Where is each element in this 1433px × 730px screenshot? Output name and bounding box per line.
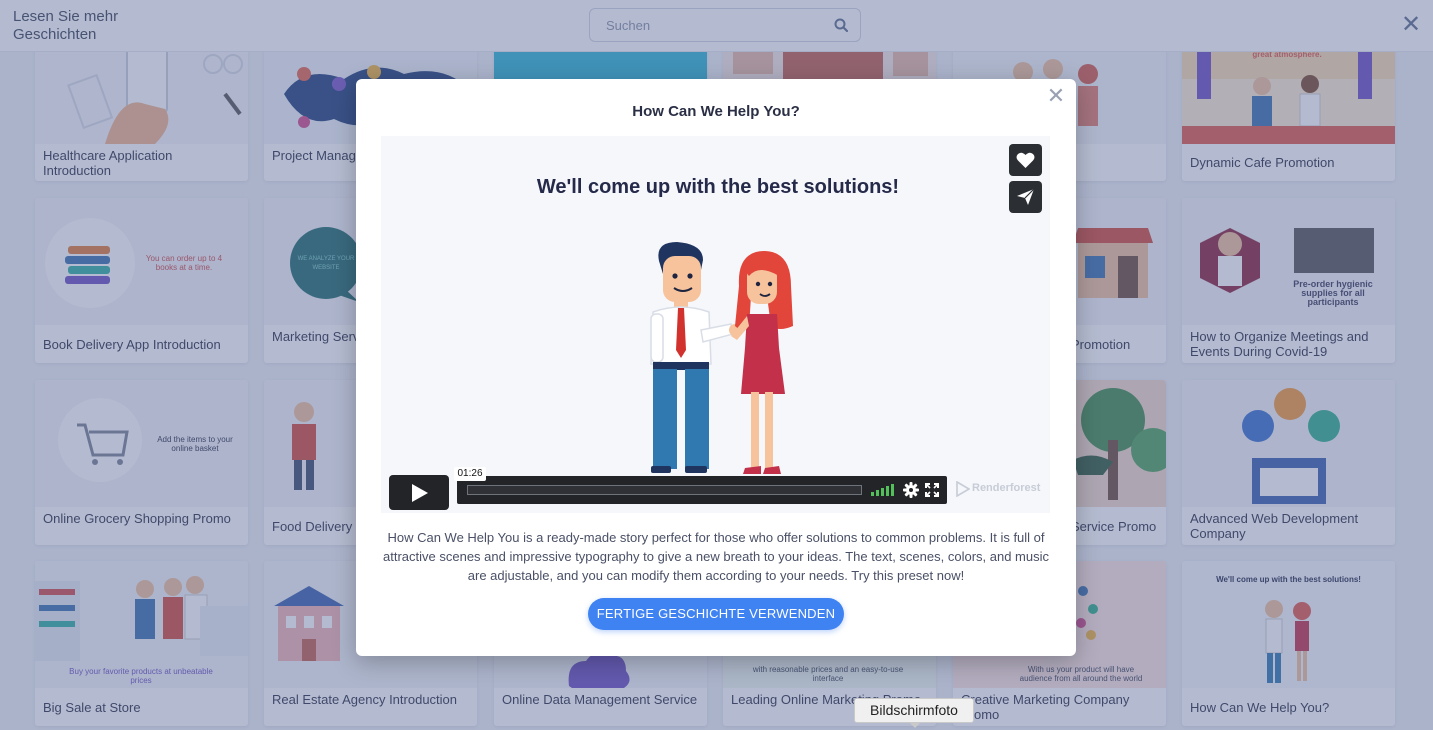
video-player[interactable]: We'll come up with the best solutions! 0…	[381, 136, 1050, 513]
share-button[interactable]	[1009, 181, 1042, 213]
video-controls: 01:26 Renderforest	[389, 467, 1047, 510]
preview-modal: ✕ How Can We Help You? We'll come up wit…	[356, 79, 1076, 656]
renderforest-wordmark: Renderforest	[972, 482, 1041, 494]
couple-illustration	[650, 242, 793, 474]
time-indicator: 01:26	[454, 467, 486, 481]
modal-title: How Can We Help You?	[632, 103, 800, 120]
renderforest-logo: Renderforest	[956, 481, 1046, 497]
gear-icon[interactable]	[903, 482, 919, 498]
heart-icon	[1016, 152, 1035, 168]
volume-icon[interactable]	[871, 484, 895, 496]
renderforest-logo-icon	[956, 481, 970, 497]
control-bar	[457, 476, 947, 504]
progress-track[interactable]	[467, 485, 862, 495]
story-description: How Can We Help You is a ready-made stor…	[383, 530, 1049, 583]
use-story-button[interactable]: FERTIGE GESCHICHTE VERWENDEN	[588, 598, 844, 630]
fullscreen-icon[interactable]	[925, 483, 939, 497]
play-icon	[412, 484, 428, 502]
screenshot-tooltip: Bildschirmfoto	[854, 698, 974, 728]
like-button[interactable]	[1009, 144, 1042, 176]
paper-plane-icon	[1017, 188, 1035, 205]
play-button[interactable]	[389, 475, 449, 510]
